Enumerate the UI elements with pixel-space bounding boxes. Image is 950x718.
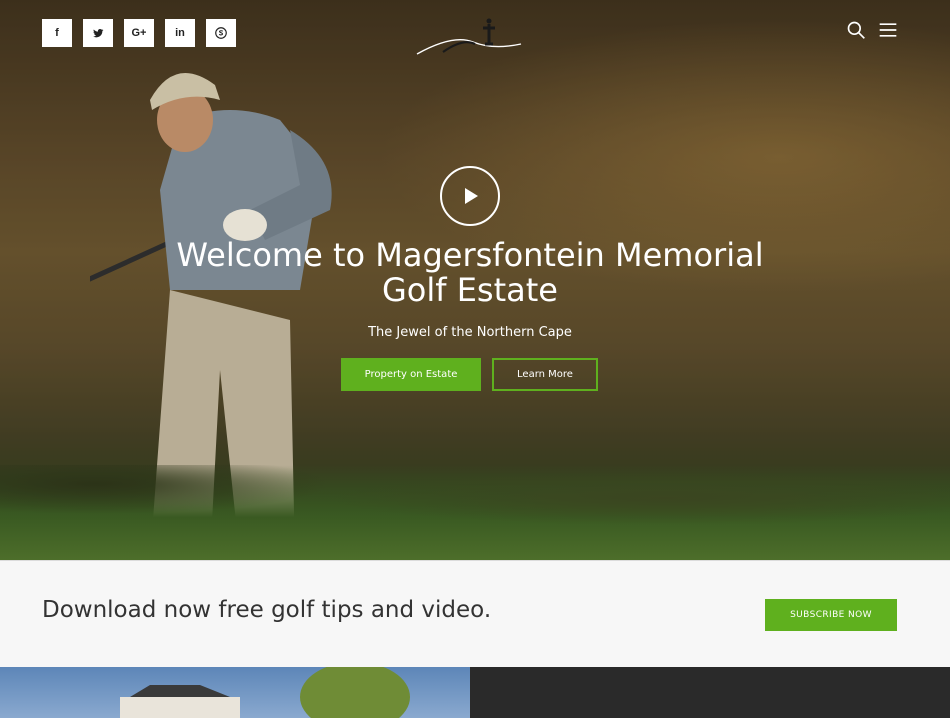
facebook-icon[interactable]: f bbox=[42, 19, 72, 47]
hero-section: f G+ in Welcome to Magersfontein Memoria… bbox=[0, 0, 950, 560]
hero-subtitle: The Jewel of the Northern Cape bbox=[368, 325, 572, 340]
play-icon bbox=[465, 188, 478, 204]
estate-photo bbox=[0, 667, 470, 718]
site-logo[interactable] bbox=[413, 14, 525, 62]
dark-panel bbox=[470, 667, 950, 718]
linkedin-icon[interactable]: in bbox=[165, 19, 195, 47]
twitter-icon[interactable] bbox=[83, 19, 113, 47]
search-icon[interactable] bbox=[846, 20, 866, 40]
social-links: f G+ in bbox=[42, 19, 236, 47]
subscribe-band: Download now free golf tips and video. S… bbox=[0, 560, 950, 667]
header-actions bbox=[846, 20, 898, 40]
hero-title: Welcome to Magersfontein Memorial Golf E… bbox=[176, 236, 764, 309]
subscribe-button[interactable]: SUBSCRIBE NOW bbox=[765, 599, 897, 631]
google-plus-icon[interactable]: G+ bbox=[124, 19, 154, 47]
menu-icon[interactable] bbox=[878, 20, 898, 40]
learn-more-button[interactable]: Learn More bbox=[492, 358, 598, 391]
hills-backdrop bbox=[0, 465, 950, 560]
skype-icon[interactable] bbox=[206, 19, 236, 47]
play-video-button[interactable] bbox=[440, 166, 500, 226]
cta-text: Download now free golf tips and video. bbox=[42, 597, 492, 623]
property-on-estate-button[interactable]: Property on Estate bbox=[341, 358, 481, 391]
